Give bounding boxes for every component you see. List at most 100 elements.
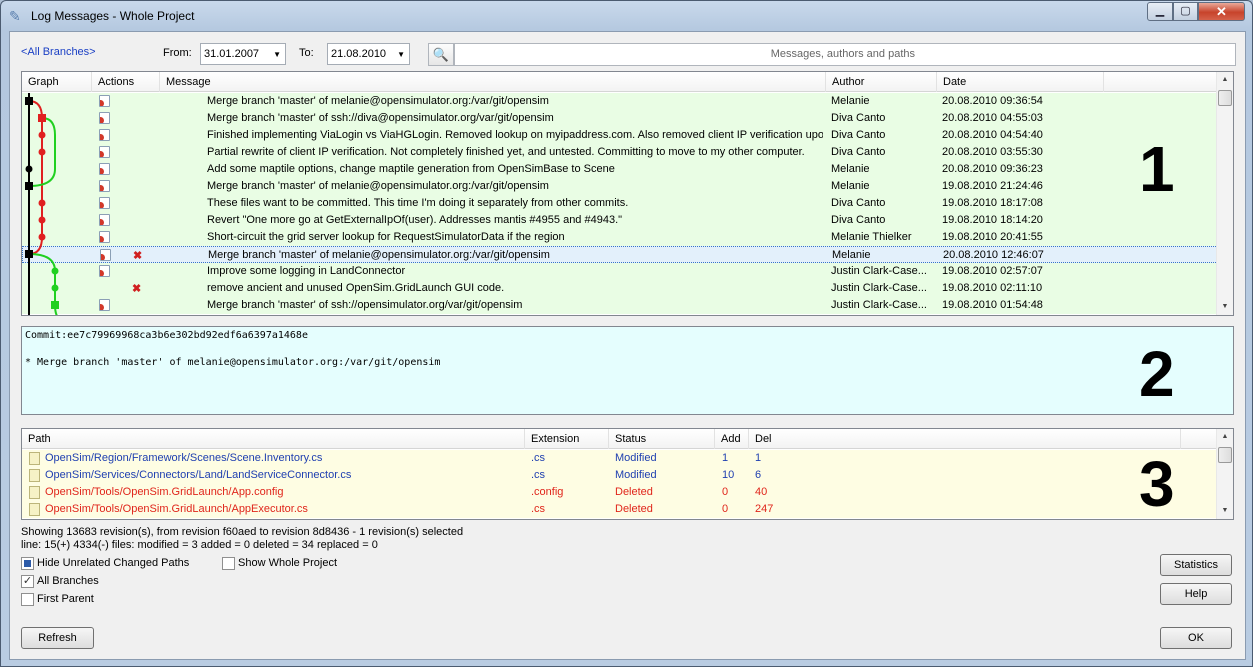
commit-message-cell: These files want to be committed. This t… [207,197,629,209]
scroll-thumb[interactable] [1218,447,1232,463]
log-row[interactable]: ✖r/13641remove ancient and unused OpenSi… [22,280,1218,297]
commit-action-icon[interactable] [99,95,110,107]
graph-commit-node[interactable] [51,267,59,275]
commit-action-icon[interactable] [99,214,110,226]
log-list[interactable]: Graph Actions Message Author Date r/1366… [21,71,1234,316]
file-row[interactable]: OpenSim/Services/Connectors/Land/LandSer… [22,467,1218,484]
title-bar[interactable]: ✎ Log Messages - Whole Project ▁ ▢ ✕ [1,1,1252,31]
commit-action-icon[interactable] [100,249,111,261]
refresh-button[interactable]: Refresh [21,627,94,649]
col-message[interactable]: Message [160,72,826,92]
col-add[interactable]: Add [715,429,749,449]
log-row[interactable]: r/13645Revert "One more go at GetExterna… [22,212,1218,229]
commit-action-icon[interactable] [99,231,110,243]
log-row[interactable]: r/13647Short-circuit the grid server loo… [22,229,1218,246]
scroll-down-icon[interactable]: ▼ [1217,299,1233,315]
commit-action-icon[interactable] [99,265,110,277]
search-filter-button[interactable]: 🔍 [428,43,454,66]
col-del[interactable]: Del [749,429,1181,449]
commit-action-icon[interactable] [99,180,110,192]
minimize-button[interactable]: ▁ [1147,2,1173,21]
col-status[interactable]: Status [609,429,715,449]
commit-action-icon[interactable] [99,197,110,209]
file-del-count: 247 [755,503,774,515]
col-date[interactable]: Date [937,72,1104,92]
graph-commit-node[interactable] [38,199,46,207]
file-extension: .cs [531,452,546,464]
file-row[interactable]: OpenSim/Tools/OpenSim.GridLaunch/AppExec… [22,501,1218,518]
close-button[interactable]: ✕ [1198,2,1245,21]
file-row[interactable]: OpenSim/Tools/OpenSim.GridLaunch/App.con… [22,484,1218,501]
to-date-picker[interactable]: 21.08.2010 ▼ [327,43,410,65]
deleted-action-icon[interactable]: ✖ [132,282,141,295]
scroll-up-icon[interactable]: ▲ [1217,429,1233,445]
log-row[interactable]: r/13660Merge branch 'master' of melanie@… [22,93,1218,110]
log-row[interactable]: r/13646These files want to be committed.… [22,195,1218,212]
scroll-up-icon[interactable]: ▲ [1217,72,1233,88]
search-placeholder: Messages, authors and paths [770,48,915,60]
commit-message-cell: Merge branch 'master' of ssh://diva@open… [207,112,554,124]
scroll-down-icon[interactable]: ▼ [1217,503,1233,519]
status-lines: line: 15(+) 4334(-) files: modified = 3 … [21,539,378,551]
col-author[interactable]: Author [826,72,937,92]
scroll-thumb[interactable] [1218,90,1232,106]
annotation-number-2: 2 [1139,338,1175,410]
commit-message-cell: Partial rewrite of client IP verificatio… [207,146,805,158]
date-cell: 19.08.2010 18:17:08 [942,197,1043,209]
maximize-button[interactable]: ▢ [1173,2,1198,21]
col-path[interactable]: Path [22,429,525,449]
changed-files-list[interactable]: Path Extension Status Add Del OpenSim/Re… [21,428,1234,520]
log-row[interactable]: r/13648Merge branch 'master' of melanie@… [22,178,1218,195]
commit-action-icon[interactable] [99,299,110,311]
checkmark-icon: ✓ [21,575,34,588]
file-row[interactable]: OpenSim/Region/Framework/Scenes/Scene.In… [22,450,1218,467]
graph-commit-node[interactable] [38,216,46,224]
from-date-picker[interactable]: 31.01.2007 ▼ [200,43,286,65]
col-actions[interactable]: Actions [92,72,160,92]
help-button[interactable]: Help [1160,583,1232,605]
file-path: OpenSim/Tools/OpenSim.GridLaunch/App.con… [45,486,284,498]
author-cell: Justin Clark-Case... [831,282,927,294]
log-row[interactable]: r/13659Add some maptile options, change … [22,161,1218,178]
log-row[interactable]: r/13642Improve some logging in LandConne… [22,263,1218,280]
files-scrollbar[interactable]: ▲ ▼ [1216,429,1233,519]
status-revisions: Showing 13683 revision(s), from revision… [21,526,464,538]
commit-action-icon[interactable] [99,112,110,124]
commit-action-icon[interactable] [99,129,110,141]
commit-action-icon[interactable] [99,163,110,175]
graph-commit-node[interactable] [51,301,59,309]
col-extension[interactable]: Extension [525,429,609,449]
date-cell: 20.08.2010 12:46:07 [943,249,1044,261]
file-del-count: 6 [755,469,762,481]
graph-commit-node[interactable] [25,182,33,190]
graph-commit-node[interactable] [38,114,46,122]
graph-commit-node[interactable] [25,165,33,173]
file-extension: .cs [531,469,546,481]
all-branches-link[interactable]: <All Branches> [21,46,96,58]
col-graph[interactable]: Graph [22,72,92,92]
file-icon [29,469,40,482]
ok-button[interactable]: OK [1160,627,1232,649]
to-label: To: [299,47,314,59]
log-list-scrollbar[interactable]: ▲ ▼ [1216,72,1233,315]
deleted-action-icon[interactable]: ✖ [133,249,142,262]
commit-detail-pane[interactable]: Commit:ee7c79969968ca3b6e302bd92edf6a639… [21,326,1234,415]
file-extension: .config [531,486,564,498]
log-row[interactable]: r/13651Merge branch 'master' of ssh://di… [22,110,1218,127]
search-input[interactable]: Messages, authors and paths [454,43,1236,66]
log-row[interactable]: r/13650Finished implementing ViaLogin vs… [22,127,1218,144]
log-row[interactable]: ✖r/13644Merge branch 'master' of melanie… [22,246,1218,263]
log-row[interactable]: r/13649Partial rewrite of client IP veri… [22,144,1218,161]
graph-commit-node[interactable] [25,250,33,258]
log-row[interactable]: r/13640Merge branch 'master' of ssh://op… [22,297,1218,314]
commit-message-cell: Merge branch 'master' of ssh://opensimul… [207,299,523,311]
commit-action-icon[interactable] [99,146,110,158]
statistics-button[interactable]: Statistics [1160,554,1232,576]
graph-commit-node[interactable] [38,148,46,156]
graph-commit-node[interactable] [38,131,46,139]
files-header: Path Extension Status Add Del [22,429,1233,449]
graph-commit-node[interactable] [25,97,33,105]
graph-commit-node[interactable] [51,284,59,292]
file-add-count: 0 [722,486,729,498]
graph-commit-node[interactable] [38,233,46,241]
